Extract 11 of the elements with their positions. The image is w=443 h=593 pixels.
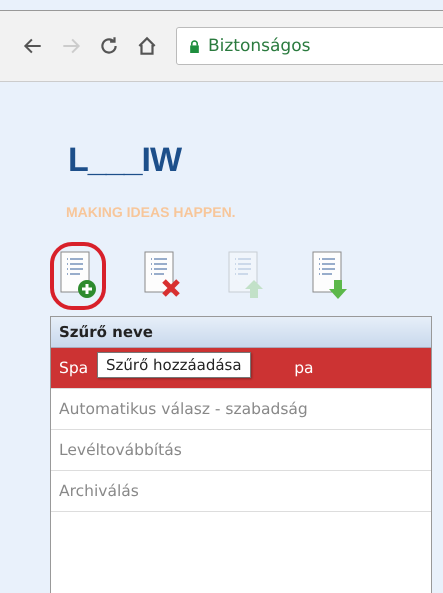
add-filter-button[interactable] [50,242,106,310]
column-header: Szűrő neve [51,317,431,348]
address-bar[interactable]: Biztonságos [176,27,443,65]
tagline: MAKING IDEAS HAPPEN. [65,204,237,220]
filter-row[interactable]: Levéltovábbítás [51,430,431,471]
tooltip: Szűrő hozzáadása [97,352,251,378]
home-icon[interactable] [136,35,158,57]
logo-text: L___IW [67,140,183,180]
filter-row[interactable]: Automatikus válasz - szabadság [51,389,431,430]
lock-icon [189,40,200,52]
filter-row[interactable]: Archiválás [51,471,431,512]
